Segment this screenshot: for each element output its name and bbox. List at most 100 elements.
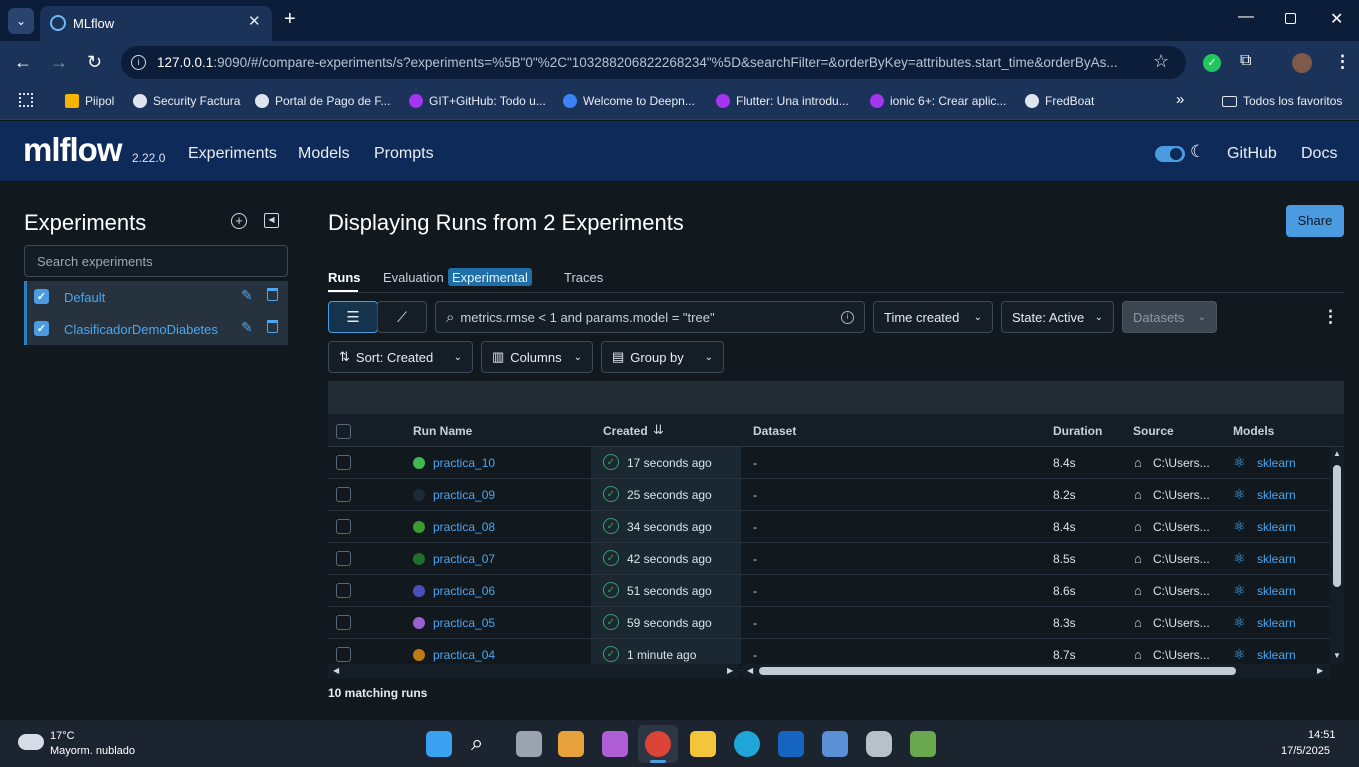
model-link[interactable]: sklearn (1257, 584, 1296, 598)
model-link[interactable]: sklearn (1257, 488, 1296, 502)
scroll-thumb[interactable] (1333, 465, 1341, 587)
row-checkbox[interactable] (336, 615, 351, 630)
tab-evaluation[interactable]: Evaluation (383, 270, 444, 285)
nav-models[interactable]: Models (298, 145, 350, 163)
bookmark-item[interactable]: ionic 6+: Crear aplic... (870, 92, 1006, 110)
horizontal-scrollbar-right[interactable]: ◀ ▶ (743, 664, 1330, 678)
sort-desc-icon[interactable]: ⇊ (653, 422, 664, 438)
theme-toggle[interactable] (1155, 146, 1185, 162)
row-checkbox[interactable] (336, 551, 351, 566)
clock-time[interactable]: 14:51 (1308, 729, 1336, 741)
row-checkbox[interactable] (336, 455, 351, 470)
scroll-thumb[interactable] (759, 667, 1236, 675)
task-view-icon[interactable] (516, 731, 542, 757)
column-created[interactable]: Created (603, 424, 648, 438)
bookmark-item[interactable]: Security Factura (133, 92, 240, 110)
bookmark-item[interactable]: GIT+GitHub: Todo u... (409, 92, 546, 110)
scroll-right-icon[interactable]: ▶ (1317, 666, 1323, 675)
bookmark-item[interactable]: Piipol (65, 92, 114, 110)
table-row[interactable]: practica_07 ✓ 42 seconds ago - 8.5s ⌂ C:\Users… (328, 543, 1330, 575)
edge-icon[interactable] (734, 731, 760, 757)
search-experiments-input[interactable]: Search experiments (24, 245, 288, 277)
select-all-checkbox[interactable] (336, 424, 351, 439)
column-source[interactable]: Source (1133, 424, 1174, 438)
outlook-icon[interactable] (778, 731, 804, 757)
columns-dropdown[interactable]: ▥ Columns ⌄ (481, 341, 593, 373)
model-link[interactable]: sklearn (1257, 648, 1296, 662)
datasets-dropdown[interactable]: Datasets ⌄ (1122, 301, 1217, 333)
row-checkbox[interactable] (336, 487, 351, 502)
vertical-scrollbar[interactable]: ▲ ▼ (1330, 447, 1344, 664)
browser-tab-mlflow[interactable]: MLflow ✕ (40, 6, 272, 41)
sort-dropdown[interactable]: ⇅ Sort: Created ⌄ (328, 341, 473, 373)
weather-cloud-icon[interactable] (18, 734, 44, 750)
scroll-left-icon[interactable]: ◀ (747, 666, 753, 675)
model-link[interactable]: sklearn (1257, 456, 1296, 470)
column-dataset[interactable]: Dataset (753, 424, 796, 438)
run-filter-input[interactable]: ⌕ metrics.rmse < 1 and params.model = "t… (435, 301, 865, 333)
all-bookmarks-folder[interactable]: Todos los favoritos (1222, 92, 1342, 110)
apps-grid-icon[interactable] (19, 93, 33, 107)
new-tab-button[interactable]: + (284, 8, 296, 31)
minimize-window-icon[interactable]: — (1238, 8, 1254, 26)
model-link[interactable]: sklearn (1257, 520, 1296, 534)
table-view-toggle[interactable]: ☰ (328, 301, 378, 333)
browser-menu-icon[interactable]: ⋮ (1334, 52, 1351, 72)
scroll-up-icon[interactable]: ▲ (1333, 449, 1341, 458)
run-name-link[interactable]: practica_04 (433, 648, 495, 662)
experiment-item[interactable]: ✓ Default ✎ (24, 281, 288, 313)
maximize-window-icon[interactable] (1285, 13, 1296, 24)
column-run-name[interactable]: Run Name (413, 424, 472, 438)
source-cell[interactable]: C:\Users... (1153, 488, 1210, 502)
bookmark-item[interactable]: Portal de Pago de F... (255, 92, 390, 110)
source-cell[interactable]: C:\Users... (1153, 456, 1210, 470)
forward-icon[interactable]: → (50, 52, 68, 73)
table-row[interactable]: practica_10 ✓ 17 seconds ago - 8.4s ⌂ C:\Users… (328, 447, 1330, 479)
info-icon[interactable]: i (841, 310, 854, 324)
experiment-name[interactable]: Default (64, 290, 105, 305)
column-models[interactable]: Models (1233, 424, 1274, 438)
experiment-name[interactable]: ClasificadorDemoDiabetes (64, 322, 218, 337)
run-name-link[interactable]: practica_06 (433, 584, 495, 598)
source-cell[interactable]: C:\Users... (1153, 520, 1210, 534)
run-name-link[interactable]: practica_05 (433, 616, 495, 630)
model-link[interactable]: sklearn (1257, 552, 1296, 566)
edit-icon[interactable]: ✎ (241, 287, 253, 304)
model-link[interactable]: sklearn (1257, 616, 1296, 630)
scroll-down-icon[interactable]: ▼ (1333, 651, 1341, 660)
collapse-sidebar-icon[interactable]: ◀ (264, 213, 279, 228)
git-tool-icon[interactable] (910, 731, 936, 757)
site-info-icon[interactable]: i (131, 55, 146, 70)
chart-view-toggle[interactable]: ⟋ (377, 301, 427, 333)
state-dropdown[interactable]: State: Active ⌄ (1001, 301, 1114, 333)
close-tab-icon[interactable]: ✕ (248, 12, 261, 30)
run-name-link[interactable]: practica_08 (433, 520, 495, 534)
table-row[interactable]: practica_06 ✓ 51 seconds ago - 8.6s ⌂ C:\Users… (328, 575, 1330, 607)
table-row[interactable]: practica_08 ✓ 34 seconds ago - 8.4s ⌂ C:\Users… (328, 511, 1330, 543)
experiment-item[interactable]: ✓ ClasificadorDemoDiabetes ✎ (24, 313, 288, 345)
file-explorer-icon[interactable] (690, 731, 716, 757)
nav-prompts[interactable]: Prompts (374, 145, 434, 163)
run-name-link[interactable]: practica_10 (433, 456, 495, 470)
docs-link[interactable]: Docs (1301, 145, 1337, 163)
url-bar[interactable]: i 127.0.0.1:9090/#/compare-experiments/s… (121, 46, 1186, 79)
close-window-icon[interactable]: ✕ (1330, 9, 1343, 29)
github-link[interactable]: GitHub (1227, 145, 1277, 163)
share-button[interactable]: Share (1286, 205, 1344, 237)
horizontal-scrollbar-left[interactable]: ◀ ▶ (328, 664, 739, 678)
search-taskbar-icon[interactable]: ⌕ (471, 730, 483, 756)
profile-avatar[interactable] (1292, 53, 1312, 73)
group-by-dropdown[interactable]: ▤ Group by ⌄ (601, 341, 724, 373)
tab-menu-button[interactable]: ⌄ (8, 8, 34, 34)
network-tool-icon[interactable] (822, 731, 848, 757)
trash-icon[interactable] (267, 320, 278, 333)
trash-icon[interactable] (267, 288, 278, 301)
table-row[interactable]: practica_09 ✓ 25 seconds ago - 8.2s ⌂ C:\Users… (328, 479, 1330, 511)
add-experiment-icon[interactable]: + (231, 213, 247, 229)
row-checkbox[interactable] (336, 647, 351, 662)
scroll-right-icon[interactable]: ▶ (727, 666, 733, 675)
database-icon[interactable] (866, 731, 892, 757)
scroll-left-icon[interactable]: ◀ (333, 666, 339, 675)
bookmark-item[interactable]: Welcome to Deepn... (563, 92, 695, 110)
extension-check-icon[interactable]: ✓ (1203, 54, 1221, 72)
